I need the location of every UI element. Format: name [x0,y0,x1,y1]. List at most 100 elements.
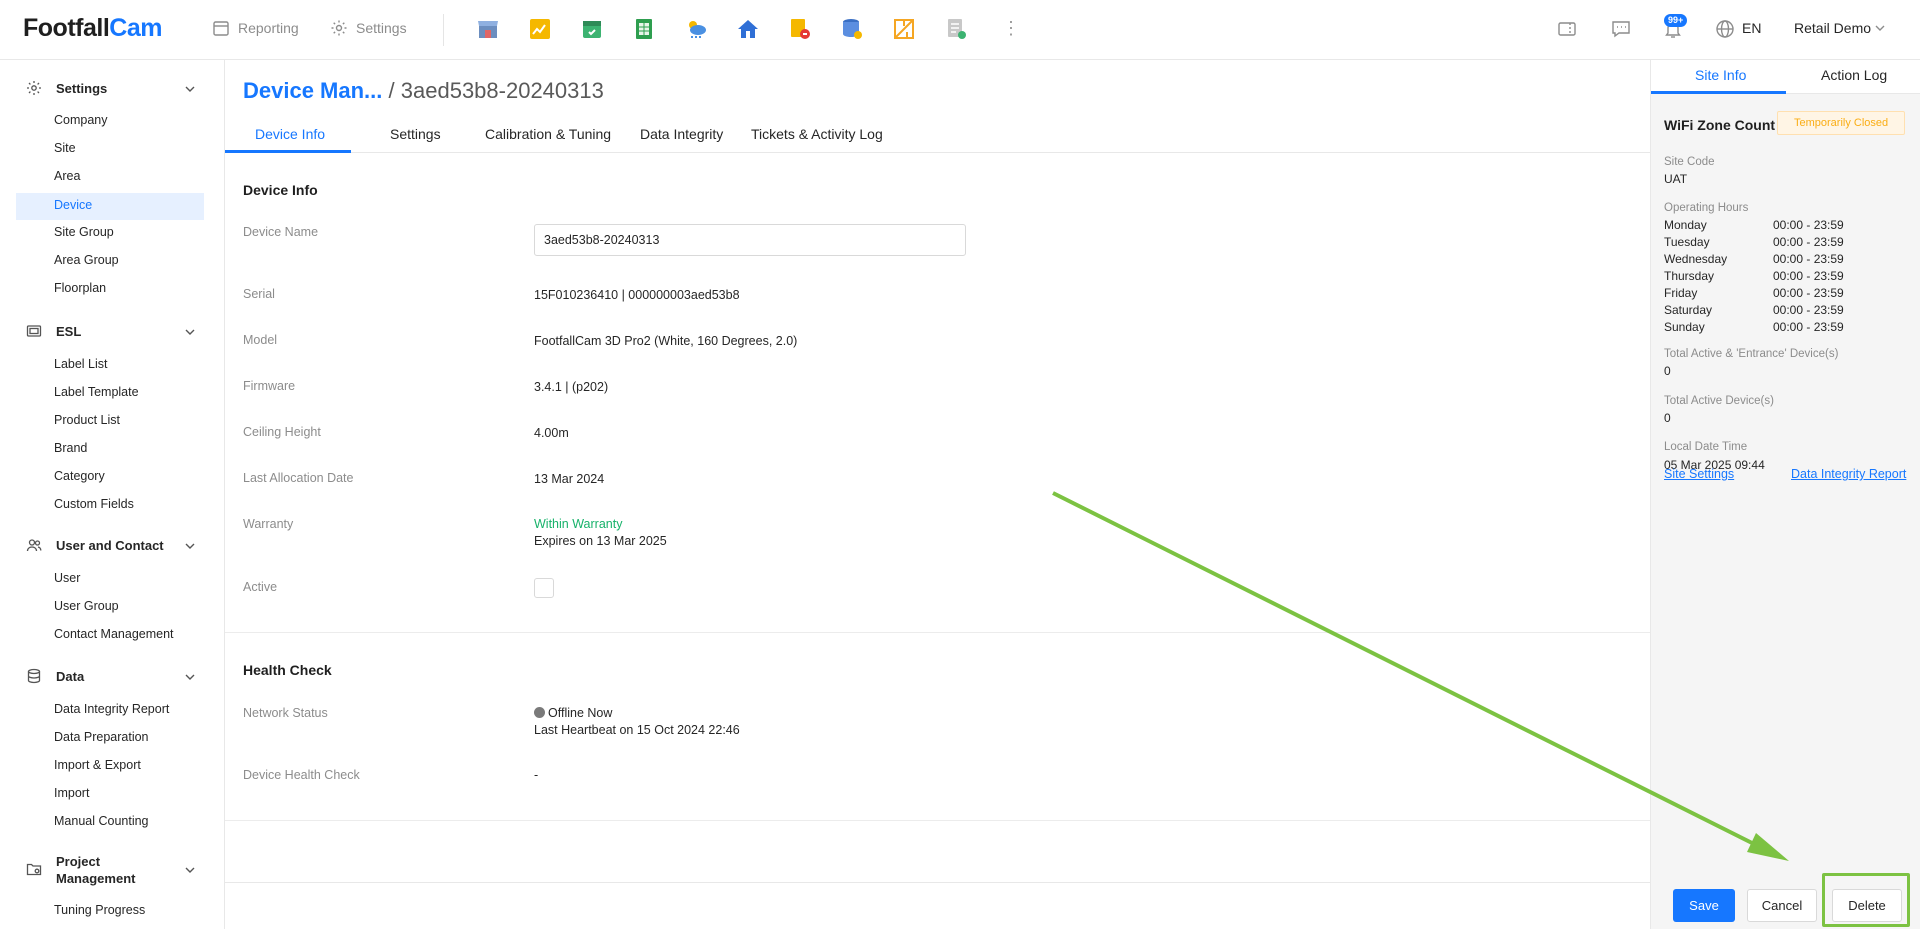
tab-device-info[interactable]: Device Info [255,126,325,142]
chevron-down-icon[interactable] [184,83,196,95]
ticket-icon[interactable] [1556,18,1578,40]
sidebar-item-site[interactable]: Site [54,141,76,155]
sidebar-item-label-list[interactable]: Label List [54,357,108,371]
chevron-down-icon[interactable] [184,671,196,683]
health-check-title: Health Check [243,662,332,678]
data-integrity-report-link[interactable]: Data Integrity Report [1791,467,1906,481]
sidebar-item-data-integrity-report[interactable]: Data Integrity Report [54,702,169,716]
sidebar-item-contact-management[interactable]: Contact Management [54,627,174,641]
sidebar-item-user[interactable]: User [54,571,80,585]
gear-icon [27,81,41,95]
breadcrumb: Device Man... / 3aed53b8-20240313 [243,78,604,103]
site-code-label: Site Code [1664,156,1715,168]
sidebar-section-user-contact[interactable]: User and Contact [26,537,164,553]
sidebar-item-area[interactable]: Area [54,169,80,183]
layout-icon[interactable] [892,17,916,41]
database-outline-icon [27,668,41,684]
tab-calibration-tuning[interactable]: Calibration & Tuning [485,126,611,142]
nav-settings[interactable]: Settings [330,19,407,37]
sidebar-item-product-list[interactable]: Product List [54,413,120,427]
chevron-down-icon[interactable] [184,326,196,338]
nav-settings-label: Settings [356,20,407,36]
device-name-input[interactable] [534,224,966,256]
sidebar-section-project-management[interactable]: Project Management [26,853,135,887]
hours-day: Tuesday [1664,235,1710,249]
hours-day: Friday [1664,286,1698,300]
section-divider [225,820,1650,821]
breadcrumb-parent-link[interactable]: Device Man... [243,78,382,103]
sidebar-item-area-group[interactable]: Area Group [54,253,119,267]
users-icon [26,539,42,552]
hours-day: Saturday [1664,303,1713,317]
sidebar-section-data[interactable]: Data [26,668,84,684]
main-content: Device Man... / 3aed53b8-20240313 Device… [225,60,1650,929]
tab-data-integrity[interactable]: Data Integrity [640,126,723,142]
language-selector[interactable]: EN [1742,20,1761,36]
database-icon[interactable] [840,17,864,41]
sidebar-section-settings[interactable]: Settings [26,80,107,96]
sidebar-item-tuning-progress[interactable]: Tuning Progress [54,903,145,917]
nav-reporting-label: Reporting [238,20,299,36]
chevron-down-icon[interactable] [184,864,196,876]
status-badge: Temporarily Closed [1777,111,1906,135]
chevron-down-icon[interactable] [1874,22,1886,34]
spreadsheet-icon[interactable] [632,17,656,41]
sidebar-section-esl[interactable]: ESL [26,323,81,339]
home-icon[interactable] [736,17,760,41]
account-menu[interactable]: Retail Demo [1794,20,1871,36]
more-apps-icon[interactable]: ⋮ [1002,18,1020,38]
sidebar-item-data-preparation[interactable]: Data Preparation [54,730,149,744]
logo[interactable]: FootfallCam [23,14,162,43]
entrance-devices-label: Total Active & 'Entrance' Device(s) [1664,348,1839,360]
operating-hours-label: Operating Hours [1664,202,1749,214]
chart-icon[interactable] [528,17,552,41]
weather-icon[interactable] [684,17,708,41]
sidebar-item-company[interactable]: Company [54,113,108,127]
tab-action-log[interactable]: Action Log [1821,67,1887,83]
ceiling-height-label: Ceiling Height [243,425,321,439]
label-icon [26,325,42,337]
tab-site-info[interactable]: Site Info [1695,67,1746,83]
report-icon[interactable] [944,17,968,41]
save-button[interactable]: Save [1673,889,1735,922]
device-name-label: Device Name [243,225,319,239]
globe-icon[interactable] [1714,18,1736,40]
chevron-down-icon[interactable] [184,540,196,552]
sidebar-item-site-group[interactable]: Site Group [54,225,114,239]
top-bar: FootfallCam Reporting Settings ⋮ 99+ EN … [0,0,1920,60]
calendar-icon[interactable] [580,17,604,41]
tab-settings[interactable]: Settings [390,126,441,142]
active-checkbox[interactable] [534,578,554,598]
sidebar-item-user-group[interactable]: User Group [54,599,119,613]
tab-bar-divider [225,152,1650,153]
section-divider [225,632,1650,633]
sidebar-item-category[interactable]: Category [54,469,105,483]
active-item-highlight [16,193,204,220]
active-devices-value: 0 [1664,411,1671,425]
nav-reporting[interactable]: Reporting [212,19,299,37]
site-info-body: WiFi Zone Count Temporarily Closed Site … [1651,94,1920,929]
firmware-label: Firmware [243,379,296,393]
active-tab-indicator [225,150,351,153]
warranty-status: Within Warranty [534,517,623,531]
sidebar-item-import-export[interactable]: Import & Export [54,758,141,772]
hours-range: 00:00 - 23:59 [1773,269,1844,283]
sidebar-item-brand[interactable]: Brand [54,441,87,455]
entrance-devices-value: 0 [1664,364,1671,378]
sidebar-item-custom-fields[interactable]: Custom Fields [54,497,134,511]
hours-range: 00:00 - 23:59 [1773,320,1844,334]
sidebar-item-floorplan[interactable]: Floorplan [54,281,106,295]
message-icon[interactable] [1610,18,1632,40]
tab-tickets-activity-log[interactable]: Tickets & Activity Log [751,126,883,142]
cancel-button[interactable]: Cancel [1747,889,1817,922]
sidebar-item-manual-counting[interactable]: Manual Counting [54,814,149,828]
hours-day: Wednesday [1664,252,1728,266]
site-settings-link[interactable]: Site Settings [1664,467,1734,481]
sidebar-item-import[interactable]: Import [54,786,89,800]
sidebar-item-label-template[interactable]: Label Template [54,385,139,399]
alert-tag-icon[interactable] [788,17,812,41]
site-code-value: UAT [1664,172,1688,186]
hours-range: 00:00 - 23:59 [1773,252,1844,266]
store-icon[interactable] [476,17,500,41]
sidebar-item-device[interactable]: Device [54,198,92,212]
